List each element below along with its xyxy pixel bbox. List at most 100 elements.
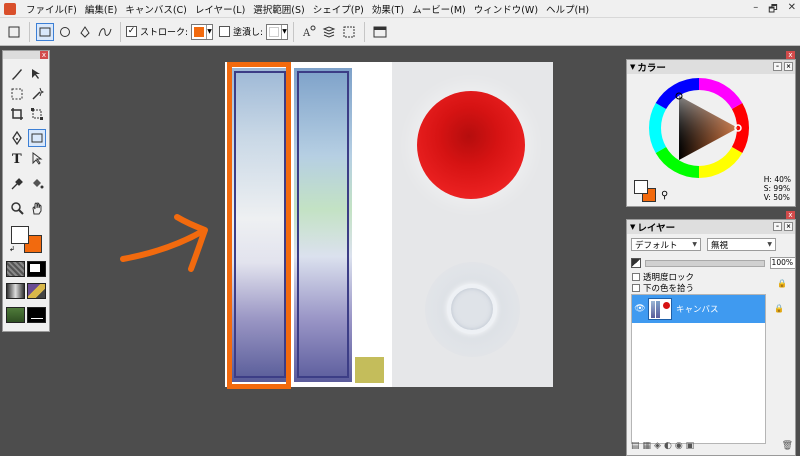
layer-thumbnail [648,298,672,320]
new-group-icon[interactable]: ▦ [643,441,652,451]
layers-stack-button[interactable] [320,23,338,41]
toolbox-close-button[interactable]: x [40,51,48,59]
separator [364,21,366,42]
layer-mask-icon[interactable]: ◐ [664,441,672,451]
lock-icon[interactable]: 🔒 [777,279,787,288]
layer-dynamic-icon[interactable]: ◉ [675,441,683,451]
menu-effects[interactable]: 効果(T) [368,2,408,16]
preset-dropdown[interactable]: デフォルト ▼ [631,238,701,251]
menu-movie[interactable]: ムービー(M) [408,2,470,16]
lock-transparency-row[interactable]: 透明度ロック [632,272,694,283]
pen-nib-icon [80,25,90,38]
ellipse-icon [60,26,70,37]
eyedropper-tool[interactable] [8,175,26,193]
svg-text:A: A [302,28,311,39]
gradient-thumb[interactable] [6,283,25,299]
direct-select-tool[interactable] [28,149,46,167]
new-shape-button[interactable] [5,23,23,41]
hand-tool[interactable] [28,199,46,217]
options-panel-button[interactable] [371,23,389,41]
eye-icon[interactable]: 👁 [634,304,646,314]
opacity-value[interactable]: 100% [770,257,796,269]
thumb-strip-1 [651,301,655,318]
minimize-button[interactable]: – [753,2,758,19]
freeform-shape-button[interactable] [96,23,114,41]
trash-icon[interactable]: 🗑 [782,441,793,451]
opacity-row: 100% [631,257,796,269]
opacity-slider[interactable] [645,260,765,267]
new-layer-icon[interactable]: ▤ [631,441,640,451]
menu-help[interactable]: ヘルプ(H) [542,2,593,16]
color-panel-header[interactable]: ▼ カラー – × [627,60,795,74]
panel-minimize-button[interactable]: – [773,62,782,71]
menu-canvas[interactable]: キャンバス(C) [121,2,191,16]
brush-tool[interactable] [8,65,26,83]
layer-panel-header[interactable]: ▼ レイヤー – × [627,220,795,234]
stamp-icon[interactable]: ⚲ [661,190,668,201]
color-wheel[interactable] [649,78,769,178]
collapse-triangle-icon[interactable]: ▼ [630,223,635,231]
rectangle-shape-button[interactable] [36,22,54,41]
pick-lower-color-checkbox[interactable] [632,284,640,292]
menu-edit[interactable]: 編集(E) [81,2,121,16]
texture-thumb[interactable] [6,261,25,277]
ellipse-shape-button[interactable] [56,23,74,41]
panel-close-button[interactable]: × [784,222,793,231]
color-swatches: ↲ [8,223,48,255]
swap-colors-icon[interactable]: ↲ [9,245,15,253]
shape-icon [31,133,43,143]
layer-panel-title: レイヤー [637,223,676,234]
menu-layer[interactable]: レイヤー(L) [191,2,249,16]
transform-box-button[interactable] [340,23,358,41]
layer-lock-icon[interactable]: 🔒 [774,304,784,313]
fill-color-dropdown[interactable]: ▼ [266,23,289,40]
blend-mode-dropdown[interactable]: 無視 ▼ [707,238,776,251]
movie-thumb[interactable] [27,307,46,323]
magic-wand-tool[interactable] [28,85,46,103]
app-logo-icon [4,2,16,15]
image-hose-thumb[interactable] [27,283,46,299]
lock-transparency-checkbox[interactable] [632,273,640,281]
panel-minimize-button[interactable]: – [773,222,782,231]
pen-shape-button[interactable] [76,23,94,41]
zoom-tool[interactable] [8,199,26,217]
panel-buttons: – × [773,62,793,71]
stroke-color-dropdown[interactable]: ▼ [191,23,214,40]
panel-buttons: – × [773,222,793,231]
move-tool[interactable] [28,65,46,83]
foreground-color-swatch[interactable] [11,226,29,244]
text-on-path-button[interactable]: A [300,23,318,41]
toolbox-header: x [3,51,49,59]
transform-tool[interactable] [28,105,46,123]
crop-tool[interactable] [8,105,26,123]
text-tool[interactable]: T [8,149,26,167]
layer-adjust-icon[interactable]: ◈ [654,441,661,451]
layer-drop-icon[interactable]: ▣ [686,441,695,451]
layer-panel-close-button[interactable]: x [786,211,795,219]
collapse-triangle-icon[interactable]: ▼ [630,63,635,71]
menu-shape[interactable]: シェイプ(P) [309,2,368,16]
fill-color-swatch [269,26,280,37]
color-panel-close-button[interactable]: x [786,51,795,59]
pattern-thumb[interactable] [27,261,46,277]
opacity-icon [631,258,641,268]
paint-bucket-tool[interactable] [28,175,46,193]
layer-row[interactable]: 👁 キャンバス [632,295,765,323]
layer-footer: ▤ ▦ ◈ ◐ ◉ ▣ 🗑 [631,440,793,452]
shape-tool[interactable] [28,129,46,147]
close-button[interactable]: ✕ [788,2,796,19]
restore-button[interactable]: 🗗 [768,2,777,19]
fill-label: 塗潰し: [233,28,264,38]
pen-tool[interactable] [8,129,26,147]
pick-lower-color-row[interactable]: 下の色を拾う [632,283,694,294]
menu-file[interactable]: ファイル(F) [22,2,81,16]
nozzle-thumb[interactable] [6,307,25,323]
fill-checkbox[interactable] [219,26,231,37]
text-path-icon: A [302,25,316,39]
menu-selection[interactable]: 選択範囲(S) [249,2,308,16]
rect-select-tool[interactable] [8,85,26,103]
panel-close-button[interactable]: × [784,62,793,71]
panel-foreground-swatch[interactable] [634,180,648,194]
menu-window[interactable]: ウィンドウ(W) [470,2,542,16]
stroke-checkbox[interactable]: ✓ [126,26,137,37]
